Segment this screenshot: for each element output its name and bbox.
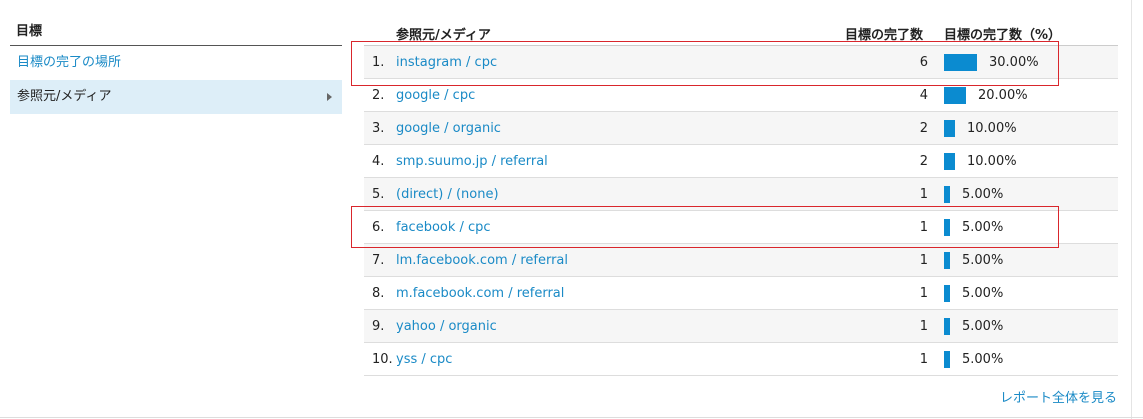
completion-count: 2	[919, 154, 928, 169]
percent-value: 10.00%	[967, 121, 1017, 136]
table-body: 1. instagram / cpc 6 30.00% 2. google / cpc 4 2…	[364, 46, 1118, 376]
row-index: 8.	[372, 286, 385, 301]
table-row: 8. m.facebook.com / referral 1 5.00%	[364, 277, 1118, 310]
column-header-percent: 目標の完了数（%）	[944, 28, 1062, 43]
row-index: 9.	[372, 319, 385, 334]
percent-value: 30.00%	[989, 55, 1039, 70]
divider	[1131, 0, 1132, 419]
percent-value: 10.00%	[967, 154, 1017, 169]
percent-value: 5.00%	[962, 286, 1004, 301]
goal-table: 参照元/メディア 目標の完了数 目標の完了数（%） 1. instagram / …	[364, 0, 1118, 376]
percent-bar	[944, 252, 950, 269]
source-medium-link[interactable]: instagram / cpc	[396, 55, 497, 70]
percent-bar	[944, 351, 950, 368]
row-index: 10.	[372, 352, 393, 367]
source-medium-link[interactable]: yahoo / organic	[396, 319, 497, 334]
source-medium-link[interactable]: m.facebook.com / referral	[396, 286, 564, 301]
sidebar-header: 目標	[10, 0, 342, 46]
sidebar-item-label: 参照元/メディア	[17, 89, 112, 104]
table-row: 1. instagram / cpc 6 30.00%	[364, 46, 1118, 79]
percent-bar	[944, 120, 955, 137]
source-medium-link[interactable]: google / organic	[396, 121, 501, 136]
percent-value: 5.00%	[962, 220, 1004, 235]
table-row: 5. (direct) / (none) 1 5.00%	[364, 178, 1118, 211]
source-medium-link[interactable]: google / cpc	[396, 88, 475, 103]
source-medium-link[interactable]: facebook / cpc	[396, 220, 491, 235]
row-index: 7.	[372, 253, 385, 268]
table-header: 参照元/メディア 目標の完了数 目標の完了数（%）	[364, 0, 1118, 46]
percent-bar	[944, 285, 950, 302]
row-index: 6.	[372, 220, 385, 235]
table-row: 6. facebook / cpc 1 5.00%	[364, 211, 1118, 244]
row-index: 2.	[372, 88, 385, 103]
table-row: 9. yahoo / organic 1 5.00%	[364, 310, 1118, 343]
percent-value: 20.00%	[978, 88, 1028, 103]
completion-count: 1	[919, 187, 928, 202]
report-panel: 目標 目標の完了の場所 参照元/メディア 参照元/メディア 目標の完了数 目標の…	[0, 0, 1143, 419]
source-medium-link[interactable]: lm.facebook.com / referral	[396, 253, 568, 268]
table-row: 7. lm.facebook.com / referral 1 5.00%	[364, 244, 1118, 277]
source-medium-link[interactable]: smp.suumo.jp / referral	[396, 154, 548, 169]
completion-count: 1	[919, 286, 928, 301]
column-header-source: 参照元/メディア	[396, 28, 491, 43]
completion-count: 2	[919, 121, 928, 136]
row-index: 5.	[372, 187, 385, 202]
completion-count: 1	[919, 319, 928, 334]
divider	[0, 417, 1143, 418]
source-medium-link[interactable]: (direct) / (none)	[396, 187, 499, 202]
percent-value: 5.00%	[962, 187, 1004, 202]
completion-count: 1	[919, 220, 928, 235]
percent-value: 5.00%	[962, 352, 1004, 367]
sidebar-item-goal-completion-location[interactable]: 目標の完了の場所	[10, 46, 342, 80]
full-report-link[interactable]: レポート全体を見る	[1000, 387, 1117, 406]
sidebar-item-source-medium[interactable]: 参照元/メディア	[10, 80, 342, 114]
source-medium-link[interactable]: yss / cpc	[396, 352, 452, 367]
percent-value: 5.00%	[962, 253, 1004, 268]
completion-count: 6	[919, 55, 928, 70]
table-row: 2. google / cpc 4 20.00%	[364, 79, 1118, 112]
column-header-count: 目標の完了数	[845, 28, 924, 43]
completion-count: 1	[919, 253, 928, 268]
percent-bar	[944, 54, 977, 71]
row-index: 1.	[372, 55, 385, 70]
percent-bar	[944, 153, 955, 170]
completion-count: 4	[919, 88, 928, 103]
table-row: 3. google / organic 2 10.00%	[364, 112, 1118, 145]
percent-bar	[944, 318, 950, 335]
completion-count: 1	[919, 352, 928, 367]
chevron-right-icon	[327, 93, 332, 101]
sidebar-item-label: 目標の完了の場所	[17, 55, 122, 70]
table-row: 4. smp.suumo.jp / referral 2 10.00%	[364, 145, 1118, 178]
dimension-sidebar: 目標 目標の完了の場所 参照元/メディア	[10, 0, 342, 114]
table-row: 10. yss / cpc 1 5.00%	[364, 343, 1118, 376]
percent-value: 5.00%	[962, 319, 1004, 334]
percent-bar	[944, 186, 950, 203]
percent-bar	[944, 219, 950, 236]
row-index: 3.	[372, 121, 385, 136]
percent-bar	[944, 87, 966, 104]
row-index: 4.	[372, 154, 385, 169]
